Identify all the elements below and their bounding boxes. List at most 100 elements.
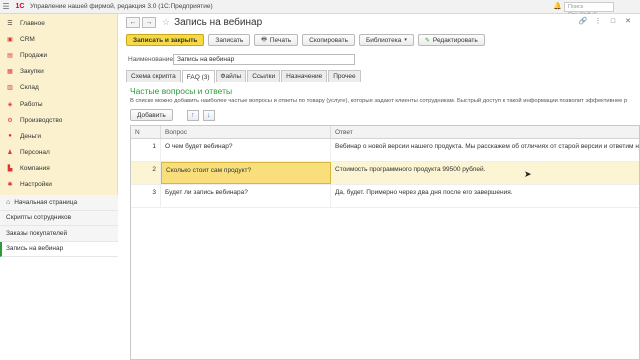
table-row[interactable]: 2 Сколько стоит сам продукт? Стоимость п… xyxy=(131,162,639,185)
column-header-question[interactable]: Вопрос xyxy=(161,126,331,138)
sidebar-item-label: Персонал xyxy=(20,149,50,157)
library-label: Библиотека xyxy=(366,36,402,44)
sidebar-item-label: Продажи xyxy=(20,51,48,59)
crm-icon: ▣ xyxy=(7,36,13,43)
answer-cell[interactable]: Вебинар о новой версии нашего продукта. … xyxy=(331,139,639,161)
tab-other[interactable]: Прочее xyxy=(328,70,361,82)
close-icon[interactable]: ✕ xyxy=(622,16,634,26)
sidebar-item-works[interactable]: ◈ Работы xyxy=(0,96,117,112)
staff-icon: ♟ xyxy=(7,150,13,157)
chevron-down-icon: ▾ xyxy=(404,37,407,43)
open-window-label: Начальная страница xyxy=(14,198,78,206)
sales-icon: ▤ xyxy=(7,52,13,59)
print-label: Печать xyxy=(269,36,292,44)
move-up-icon[interactable]: ↑ xyxy=(186,109,199,121)
edit-label: Редактировать xyxy=(432,36,478,44)
sidebar-item-money[interactable]: ● Деньги xyxy=(0,128,117,144)
sidebar-item-label: Настройки xyxy=(20,181,52,189)
logo-1c-icon: 1С xyxy=(15,3,25,10)
column-header-answer[interactable]: Ответ xyxy=(331,126,639,138)
tab-faq[interactable]: FAQ (3) xyxy=(181,70,215,83)
answer-cell[interactable]: Да, будет. Примерно через два дня после … xyxy=(331,185,639,207)
name-field[interactable]: Запись на вебинар xyxy=(173,54,355,65)
company-icon: ▙ xyxy=(7,166,13,173)
sidebar-item-label: Компания xyxy=(20,165,50,173)
question-cell[interactable]: Сколько стоит сам продукт? xyxy=(161,162,331,184)
tab-links[interactable]: Ссылки xyxy=(247,70,281,82)
document-form: ← → ☆ Запись на вебинар 🔗 ⋮ □ ✕ Записать… xyxy=(120,14,640,360)
row-number: 3 xyxy=(131,185,161,207)
title-bar: ☰ 1С Управление нашей фирмой, редакция 3… xyxy=(0,0,640,18)
open-window-orders[interactable]: Заказы покупателей xyxy=(0,226,118,242)
tab-assignment[interactable]: Назначение xyxy=(281,70,328,82)
forward-button[interactable]: → xyxy=(142,17,156,28)
menu-icon[interactable]: ☰ xyxy=(0,1,12,13)
move-down-icon[interactable]: ↓ xyxy=(202,109,215,121)
favorite-star-icon[interactable]: ☆ xyxy=(162,17,170,28)
bell-icon[interactable]: 🔔 xyxy=(553,2,562,10)
link-icon[interactable]: 🔗 xyxy=(577,16,589,26)
menu-icon: ☰ xyxy=(7,20,13,27)
question-cell[interactable]: Будет ли запись вебинара? xyxy=(161,185,331,207)
mouse-cursor-icon: ➤ xyxy=(524,169,532,179)
tab-bar: Схема скрипта FAQ (3) Файлы Ссылки Назна… xyxy=(126,70,362,83)
open-window-webinar[interactable]: Запись на вебинар xyxy=(0,241,118,257)
settings-icon: ✱ xyxy=(7,182,13,189)
table-header: N Вопрос Ответ xyxy=(131,126,639,139)
global-search-input[interactable]: Поиск Ctrl+Shift+F xyxy=(564,2,614,18)
sidebar-item-main[interactable]: ☰ Главное xyxy=(0,15,117,31)
save-button[interactable]: Записать xyxy=(208,34,251,46)
sidebar-item-label: Работы xyxy=(20,100,43,108)
sidebar-item-crm[interactable]: ▣ CRM xyxy=(0,31,117,47)
sidebar-item-staff[interactable]: ♟ Персонал xyxy=(0,145,117,161)
library-button[interactable]: Библиотека ▾ xyxy=(359,34,414,46)
faq-title: Частые вопросы и ответы xyxy=(130,86,233,96)
open-windows-panel: ⌂ Начальная страница Скрипты сотрудников … xyxy=(0,195,118,360)
maximize-icon[interactable]: □ xyxy=(607,16,619,26)
sidebar-item-label: Производство xyxy=(20,116,63,124)
open-window-label: Скрипты сотрудников xyxy=(6,214,72,222)
sidebar-item-warehouse[interactable]: ▥ Склад xyxy=(0,80,117,96)
sidebar-item-label: CRM xyxy=(20,35,35,43)
open-window-scripts[interactable]: Скрипты сотрудников xyxy=(0,210,118,226)
sidebar-item-label: Закупки xyxy=(20,68,44,76)
pencil-icon: ✎ xyxy=(424,37,430,44)
open-window-label: Заказы покупателей xyxy=(6,229,68,237)
sidebar-item-settings[interactable]: ✱ Настройки xyxy=(0,177,117,193)
save-and-close-button[interactable]: Записать и закрыть xyxy=(126,34,205,46)
window-controls: 🔗 ⋮ □ ✕ xyxy=(577,16,634,26)
sidebar-item-sales[interactable]: ▤ Продажи xyxy=(0,47,117,63)
form-toolbar: Записать и закрыть Записать 🖶 Печать Скоп… xyxy=(126,34,485,46)
faq-table: N Вопрос Ответ 1 О чем будет вебинар? Ве… xyxy=(130,125,640,360)
production-icon: ⚙ xyxy=(7,117,13,124)
table-row[interactable]: 3 Будет ли запись вебинара? Да, будет. П… xyxy=(131,185,639,208)
print-button[interactable]: 🖶 Печать xyxy=(254,34,299,46)
sidebar-item-company[interactable]: ▙ Компания xyxy=(0,161,117,177)
copy-button[interactable]: Скопировать xyxy=(302,34,355,46)
home-icon: ⌂ xyxy=(6,198,11,206)
tab-script-scheme[interactable]: Схема скрипта xyxy=(126,70,181,82)
faq-description: В списке можно добавить наиболее частые … xyxy=(130,98,628,104)
warehouse-icon: ▥ xyxy=(7,85,13,92)
column-header-n[interactable]: N xyxy=(131,126,161,138)
sidebar-item-purchases[interactable]: ▦ Закупки xyxy=(0,64,117,80)
name-label: Наименование: xyxy=(128,56,175,63)
answer-cell[interactable]: Стоимость программного продукта 99500 ру… xyxy=(331,162,639,184)
row-number: 2 xyxy=(131,162,161,184)
add-button[interactable]: Добавить xyxy=(130,109,173,121)
tab-files[interactable]: Файлы xyxy=(215,70,247,82)
row-number: 1 xyxy=(131,139,161,161)
printer-icon: 🖶 xyxy=(261,37,267,43)
question-cell[interactable]: О чем будет вебинар? xyxy=(161,139,331,161)
table-toolbar: Добавить ↑ ↓ xyxy=(130,109,215,121)
sidebar-item-label: Главное xyxy=(20,19,45,27)
table-row[interactable]: 1 О чем будет вебинар? Вебинар о новой в… xyxy=(131,139,639,162)
edit-button[interactable]: ✎ Редактировать xyxy=(417,34,485,46)
sidebar: ☰ Главное ▣ CRM ▤ Продажи ▦ Закупки ▥ Склад ◈… xyxy=(0,14,118,360)
more-icon[interactable]: ⋮ xyxy=(592,16,604,26)
purchases-icon: ▦ xyxy=(7,69,13,76)
sidebar-item-label: Склад xyxy=(20,84,39,92)
back-button[interactable]: ← xyxy=(126,17,140,28)
sidebar-item-production[interactable]: ⚙ Производство xyxy=(0,112,117,128)
open-window-home[interactable]: ⌂ Начальная страница xyxy=(0,195,118,211)
